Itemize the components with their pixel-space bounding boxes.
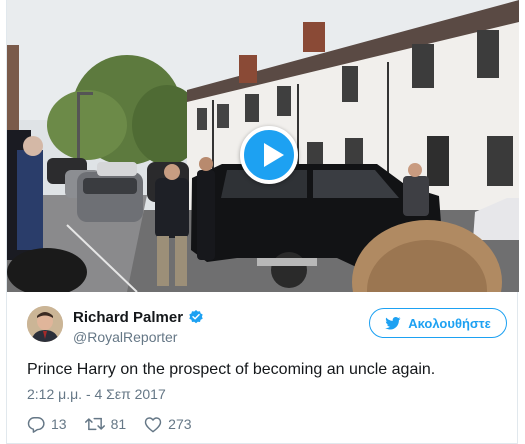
author-info: Richard Palmer @RoyalReporter [73,308,204,345]
play-icon [264,143,284,167]
user-handle[interactable]: @RoyalReporter [73,329,204,345]
tweet-card: Richard Palmer @RoyalReporter Ακολουθήστ… [6,0,519,444]
twitter-bird-icon [385,316,401,329]
avatar-image [27,306,63,342]
reply-icon [27,416,45,433]
retweet-icon [84,417,105,431]
retweet-button[interactable]: 81 [84,416,127,432]
tweet-text: Prince Harry on the prospect of becoming… [27,361,436,378]
follow-button-label: Ακολουθήστε [408,315,491,331]
reply-button[interactable]: 13 [27,416,67,433]
heart-icon [144,416,162,432]
display-name[interactable]: Richard Palmer [73,309,183,326]
video-thumbnail[interactable] [7,0,519,292]
tweet-header: Richard Palmer @RoyalReporter Ακολουθήστ… [27,306,507,348]
like-button[interactable]: 273 [144,416,192,433]
like-count: 273 [168,416,192,432]
follow-button[interactable]: Ακολουθήστε [369,308,507,338]
tweet-timestamp[interactable]: 2:12 μ.μ. - 4 Σεπ 2017 [27,386,166,402]
avatar[interactable] [27,306,63,342]
verified-badge-icon [189,310,203,324]
play-button[interactable] [240,126,298,184]
tweet-actions: 13 81 273 [27,414,210,434]
reply-count: 13 [51,416,67,432]
retweet-count: 81 [110,416,127,432]
